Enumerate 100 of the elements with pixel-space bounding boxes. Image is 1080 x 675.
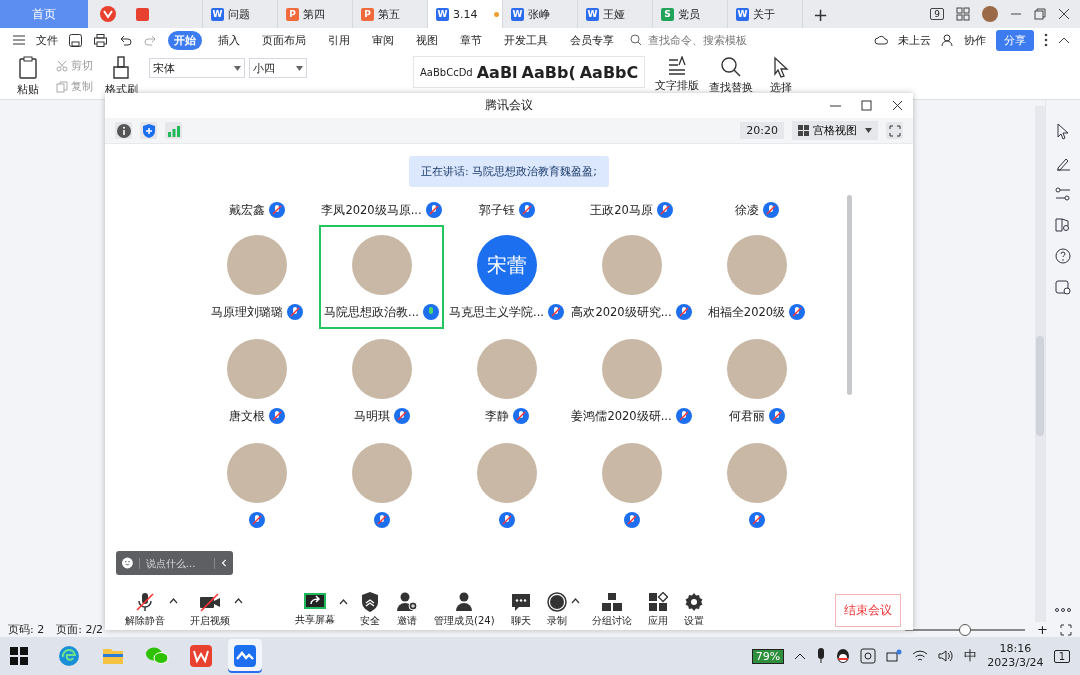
style-preview[interactable]: AaBb( (521, 62, 576, 82)
document-tab[interactable]: W 3.14 (428, 0, 503, 28)
microphone-icon[interactable] (816, 648, 827, 664)
view-dropdown[interactable]: 宫格视图 (792, 121, 878, 140)
toolbar-button[interactable]: 录制 (542, 592, 571, 628)
toolbar-button[interactable]: 分组讨论 (587, 592, 636, 628)
toolbar-button[interactable]: 管理成员(24) (430, 592, 499, 628)
book-search-icon[interactable] (1055, 217, 1071, 233)
ribbon-tab[interactable]: 会员专享 (564, 30, 620, 50)
command-search-field[interactable]: 查找命令、搜索模板 (630, 32, 770, 48)
sliders-icon[interactable] (1055, 186, 1071, 202)
emoji-icon[interactable] (122, 556, 133, 570)
input-method-indicator[interactable]: 中 (964, 647, 978, 665)
collapse-icon[interactable] (1058, 36, 1070, 44)
more-icon[interactable] (1044, 33, 1048, 47)
cursor-icon[interactable] (1055, 122, 1071, 140)
notification-count[interactable]: 1 (1053, 649, 1070, 663)
person-icon[interactable] (941, 33, 954, 47)
battery-indicator[interactable]: 79% (751, 648, 785, 664)
scrollbar-thumb[interactable] (847, 195, 852, 395)
caret-icon[interactable] (570, 598, 580, 604)
ribbon-tab[interactable]: 视图 (410, 30, 444, 50)
participant-tile[interactable]: 相福全2020级 (694, 225, 819, 329)
paste-button[interactable]: 粘贴 (17, 82, 39, 97)
toolbar-button[interactable]: 设置 (679, 592, 708, 628)
style-preview[interactable]: AaBbCcDd (420, 66, 473, 78)
caret-icon[interactable] (339, 599, 348, 605)
info-button[interactable] (115, 122, 132, 139)
restore-icon[interactable] (1034, 8, 1046, 20)
ribbon-tab[interactable]: 开始 (168, 30, 202, 50)
share-button[interactable]: 分享 (996, 29, 1034, 51)
end-meeting-button[interactable]: 结束会议 (835, 593, 901, 627)
security-button[interactable] (140, 122, 157, 139)
participant-tile[interactable]: 马院思想政治教... (319, 225, 444, 329)
toolbar-button[interactable]: 共享屏幕 (291, 593, 339, 627)
window-count-badge[interactable]: 9 (930, 8, 944, 20)
participant-tile[interactable]: 高欢2020级研究... (569, 225, 694, 329)
ribbon-tab[interactable]: 插入 (212, 30, 246, 50)
toolbar-button[interactable]: 安全 (356, 592, 384, 628)
participant-tile[interactable]: 李静 (444, 329, 569, 433)
search-icon[interactable] (720, 56, 743, 78)
toolbar-button[interactable]: 聊天 (506, 592, 535, 628)
chat-input-field[interactable]: 说点什么... (116, 551, 233, 575)
fullscreen-icon[interactable] (1060, 623, 1072, 636)
fullscreen-button[interactable] (886, 122, 903, 139)
zoom-in-button[interactable]: + (1037, 622, 1048, 637)
ribbon-tab[interactable]: 页面布局 (256, 30, 312, 50)
brush-icon[interactable] (111, 56, 131, 80)
maximize-icon[interactable] (861, 100, 872, 111)
participant-tile[interactable]: 何君丽 (694, 329, 819, 433)
participant-tile[interactable]: 马原理刘璐璐 (194, 225, 319, 329)
clipboard-icon[interactable] (18, 56, 38, 80)
more-icon[interactable] (1055, 608, 1071, 612)
tray-app-icon[interactable] (860, 648, 877, 664)
file-menu[interactable]: 文件 (36, 32, 58, 48)
ribbon-tab[interactable]: 开发工具 (498, 30, 554, 50)
taskbar-app[interactable] (228, 639, 262, 673)
close-icon[interactable] (1058, 8, 1070, 20)
close-icon[interactable] (892, 100, 903, 111)
wifi-icon[interactable] (912, 649, 929, 663)
help-icon[interactable] (1055, 248, 1071, 264)
save-icon[interactable] (68, 32, 83, 48)
caret-icon[interactable] (169, 598, 178, 604)
app-logo-icon[interactable] (100, 6, 116, 22)
speaker-icon[interactable] (938, 649, 955, 663)
clock-date[interactable]: 2023/3/24 (987, 656, 1044, 670)
cloud-status-label[interactable]: 未上云 (898, 32, 931, 48)
user-avatar[interactable] (982, 6, 998, 22)
chat-input[interactable]: 说点什么... (138, 557, 215, 569)
text-layout-button[interactable]: 文字排版 (655, 78, 700, 93)
caret-icon[interactable] (234, 598, 243, 604)
print-icon[interactable] (93, 32, 108, 48)
ribbon-tab[interactable]: 审阅 (366, 30, 400, 50)
zoom-slider-thumb[interactable] (959, 623, 972, 636)
participant-tile[interactable]: 唐文根 (194, 329, 319, 433)
participant-tile[interactable]: 马明琪 (319, 329, 444, 433)
participant-tile[interactable]: 宋蕾 马克思主义学院... (444, 225, 569, 329)
font-size-dropdown[interactable]: 小四 (249, 58, 307, 78)
image-tool-icon[interactable] (1055, 279, 1071, 295)
grid-icon[interactable] (956, 7, 970, 21)
menu-icon[interactable] (12, 34, 26, 46)
font-dropdown[interactable]: 宋体 (149, 58, 245, 78)
toolbar-button[interactable]: 开启视频 (186, 592, 234, 628)
toolbar-button[interactable]: 应用 (643, 592, 672, 628)
participant-tile[interactable]: 姜鸿儒2020级研... (569, 329, 694, 433)
style-preview[interactable]: AaBl (476, 62, 518, 82)
find-replace-button[interactable]: 查找替换 (709, 80, 754, 95)
cursor-icon[interactable] (772, 56, 791, 78)
ribbon-tab[interactable]: 引用 (322, 30, 356, 50)
windows-start-icon[interactable] (10, 647, 28, 665)
toolbar-button[interactable]: 解除静音 (121, 592, 169, 628)
chevron-up-icon[interactable] (794, 652, 807, 660)
toolbar-button[interactable]: 邀请 (392, 592, 422, 628)
new-tab-button[interactable]: + (803, 3, 839, 25)
ribbon-tab[interactable]: 章节 (454, 30, 488, 50)
cloud-icon[interactable] (874, 34, 888, 46)
clock-time[interactable]: 18:16 (999, 642, 1032, 656)
text-layout-icon[interactable] (667, 56, 688, 76)
collaborate-link[interactable]: 协作 (964, 32, 986, 48)
select-button[interactable]: 选择 (770, 80, 793, 95)
